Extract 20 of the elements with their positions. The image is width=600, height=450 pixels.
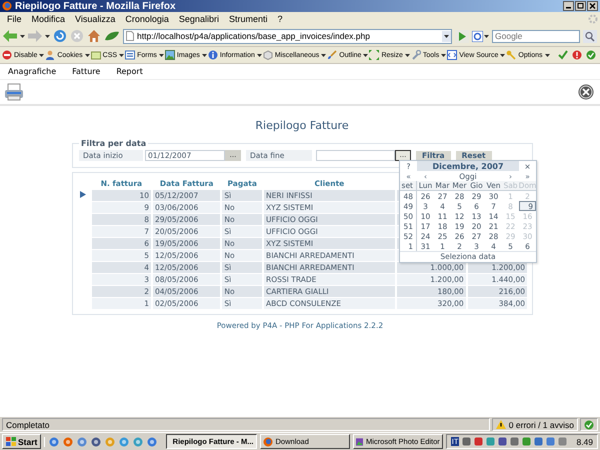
menu-item[interactable]: Segnalibri — [174, 14, 224, 24]
month-title: Dicembre, 2007 — [417, 161, 519, 171]
clock: 8.49 — [576, 436, 594, 446]
address-bar[interactable]: http://localhost/p4a/applications/base_app_invoices/index.php — [123, 28, 452, 44]
status-messages: 0 errori / 1 avviso — [508, 420, 574, 430]
menu-item[interactable]: Cronologia — [120, 14, 174, 24]
page-title: Riepilogo Fatture — [254, 119, 350, 132]
window-title: Riepilogo Fatture - Mozilla Firefox — [15, 0, 177, 12]
menu-item[interactable]: Modifica — [26, 14, 70, 24]
menu-item[interactable]: File — [2, 14, 27, 24]
menu-item[interactable]: Visualizza — [70, 14, 120, 24]
menu-item[interactable]: Fatture — [72, 67, 100, 76]
menu-item[interactable]: Report — [116, 67, 143, 76]
menu-item[interactable]: Anagrafiche — [8, 67, 56, 76]
status-text: Completato — [2, 418, 490, 431]
menu-item[interactable]: Strumenti — [224, 14, 272, 24]
fieldset-legend: Filtra per data — [79, 139, 148, 148]
menu-item[interactable]: ? — [272, 14, 288, 24]
start-button[interactable]: Start — [2, 434, 42, 449]
search-field[interactable]: Google — [492, 30, 580, 42]
